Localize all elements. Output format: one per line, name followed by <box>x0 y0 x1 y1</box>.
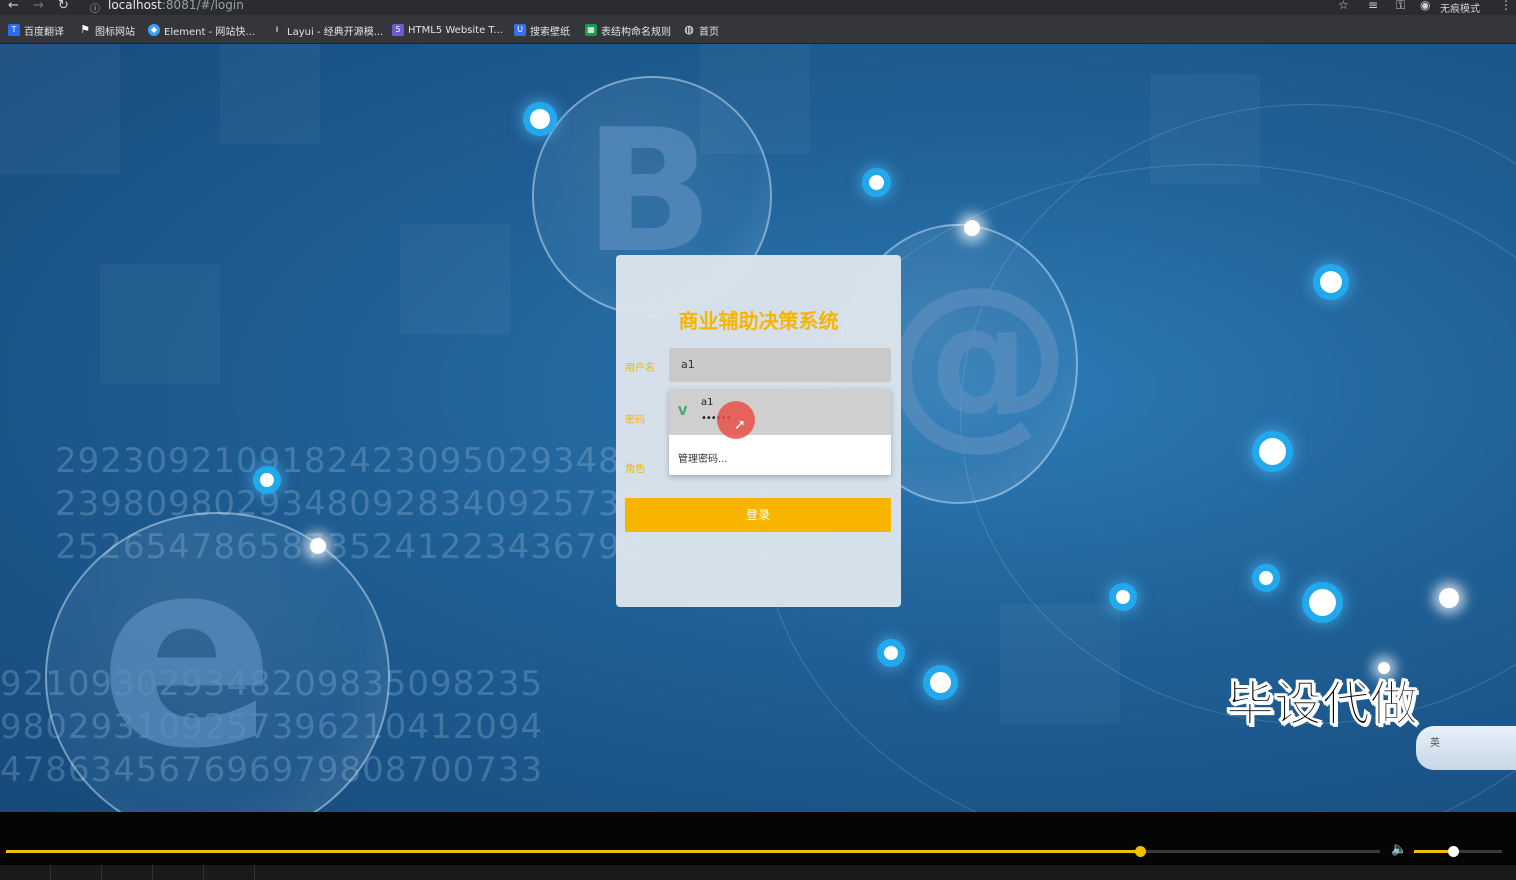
bookmark-home[interactable]: ◍ 首页 <box>683 22 719 38</box>
bookmark-label: Element - 网站快... <box>164 26 255 38</box>
url-path: :8081/#/login <box>161 0 244 12</box>
volume-track[interactable] <box>1414 846 1502 857</box>
sparkle-icon <box>310 538 326 554</box>
mouse-cursor-icon: ➚ <box>734 417 746 433</box>
bookmark-label: 百度翻译 <box>24 26 64 38</box>
bookmarks-bar: T 百度翻译 ⚑ 图标网站 ◆ Element - 网站快... ı Layui… <box>0 15 1516 44</box>
player-tab[interactable] <box>153 865 204 880</box>
vue-logo-icon: V <box>678 404 688 418</box>
bookmark-table-naming[interactable]: ▦ 表结构命名规则 <box>585 22 671 38</box>
url-host: localhost <box>108 0 162 12</box>
back-icon[interactable]: ← <box>8 0 19 13</box>
key-icon[interactable]: ⚿ <box>1396 0 1405 13</box>
username-input[interactable]: a1 <box>669 348 891 382</box>
table-icon: ▦ <box>585 24 597 36</box>
glow-dot <box>1309 589 1336 616</box>
bookmark-label: 搜索壁纸 <box>530 26 570 38</box>
volume-icon[interactable]: 🔈 <box>1391 842 1407 857</box>
player-tab[interactable] <box>0 865 51 880</box>
background-tile <box>100 264 220 384</box>
progress-track[interactable] <box>6 846 1380 857</box>
bookmark-element[interactable]: ◆ Element - 网站快... <box>148 22 255 38</box>
bookmark-wallpaper[interactable]: U 搜索壁纸 <box>514 22 570 38</box>
element-icon: ◆ <box>148 24 160 36</box>
login-page: 2923092109182423095029348 23980980293480… <box>0 44 1516 812</box>
sparkle-icon <box>1439 588 1459 608</box>
progress-fill <box>6 850 1140 853</box>
background-tile <box>0 44 120 174</box>
translate-icon: T <box>8 24 20 36</box>
bookmark-label: Layui - 经典开源模... <box>287 26 384 38</box>
video-player-bar: 🔈 <box>0 812 1516 880</box>
info-icon[interactable]: ⓘ <box>90 0 100 15</box>
glow-dot <box>884 646 898 660</box>
glow-dot <box>1116 590 1130 604</box>
star-icon[interactable]: ☆ <box>1338 0 1349 12</box>
system-title: 商业辅助决策系统 <box>678 309 839 333</box>
letter-e-icon: e <box>99 504 276 806</box>
progress-knob[interactable] <box>1134 846 1146 857</box>
glow-dot <box>1320 271 1342 293</box>
bookmark-label: 图标网站 <box>95 26 135 38</box>
bookmark-icon-site[interactable]: ⚑ 图标网站 <box>79 22 135 38</box>
reload-icon[interactable]: ↻ <box>58 0 69 13</box>
username-label: 用户名 <box>625 363 655 374</box>
player-tab[interactable] <box>204 865 255 880</box>
glow-dot <box>1259 438 1286 465</box>
menu-icon[interactable]: ⋮ <box>1500 0 1512 12</box>
login-form: 商业辅助决策系统 用户名 a1 密码 角色 V a1 •••••• 管理密码..… <box>616 255 901 607</box>
flag-icon: ⚑ <box>80 23 90 36</box>
layui-icon: ı <box>275 24 279 35</box>
player-tab[interactable] <box>102 865 153 880</box>
background-tile <box>220 44 320 144</box>
password-autofill-dropdown: V a1 •••••• 管理密码... <box>669 389 891 475</box>
address-bar[interactable]: localhost:8081/#/login <box>108 0 244 12</box>
saved-credential-item[interactable]: V a1 •••••• <box>669 389 891 435</box>
role-label: 角色 <box>625 464 645 475</box>
browser-toolbar: ← → ↻ ⓘ localhost:8081/#/login ☆ ≡ ⚿ ◉ 无… <box>0 0 1516 15</box>
glow-dot <box>260 473 274 487</box>
saved-username: a1 <box>701 397 714 408</box>
glow-dot <box>1259 571 1273 585</box>
background-tile <box>400 224 510 334</box>
volume-knob[interactable] <box>1447 846 1459 857</box>
bookmark-label: HTML5 Website T... <box>408 24 503 36</box>
bookmark-layui[interactable]: ı Layui - 经典开源模... <box>271 22 384 38</box>
volume-fill <box>1414 850 1453 853</box>
bookmark-label: 首页 <box>699 26 719 38</box>
password-label: 密码 <box>625 415 645 426</box>
wallpaper-icon: U <box>514 24 526 36</box>
ime-language-label: 英 <box>1430 738 1440 749</box>
number-line: 2923092109182423095029348 <box>55 441 621 481</box>
incognito-icon: ◉ <box>1420 0 1431 12</box>
watermark-text: 毕设代做 <box>1225 676 1419 733</box>
player-tab-strip <box>0 865 1516 880</box>
glow-dot <box>930 672 951 693</box>
manage-passwords-link[interactable]: 管理密码... <box>678 450 728 465</box>
forward-icon[interactable]: → <box>33 0 44 13</box>
bookmark-label: 表结构命名规则 <box>601 26 671 38</box>
ime-widget[interactable]: 英 <box>1416 726 1516 770</box>
reading-list-icon[interactable]: ≡ <box>1368 0 1378 12</box>
sparkle-icon <box>964 220 980 236</box>
html5-icon: 5 <box>392 24 404 36</box>
globe-icon: ◍ <box>684 23 694 36</box>
bookmark-baidu-translate[interactable]: T 百度翻译 <box>8 22 64 38</box>
bookmark-html5[interactable]: 5 HTML5 Website T... <box>392 22 503 38</box>
player-tab[interactable] <box>51 865 102 880</box>
at-sign-icon: @ <box>882 246 1072 467</box>
glow-dot <box>869 175 884 190</box>
glow-dot <box>530 109 550 129</box>
incognito-label[interactable]: 无痕模式 <box>1440 0 1480 15</box>
login-button[interactable]: 登录 <box>625 498 891 532</box>
